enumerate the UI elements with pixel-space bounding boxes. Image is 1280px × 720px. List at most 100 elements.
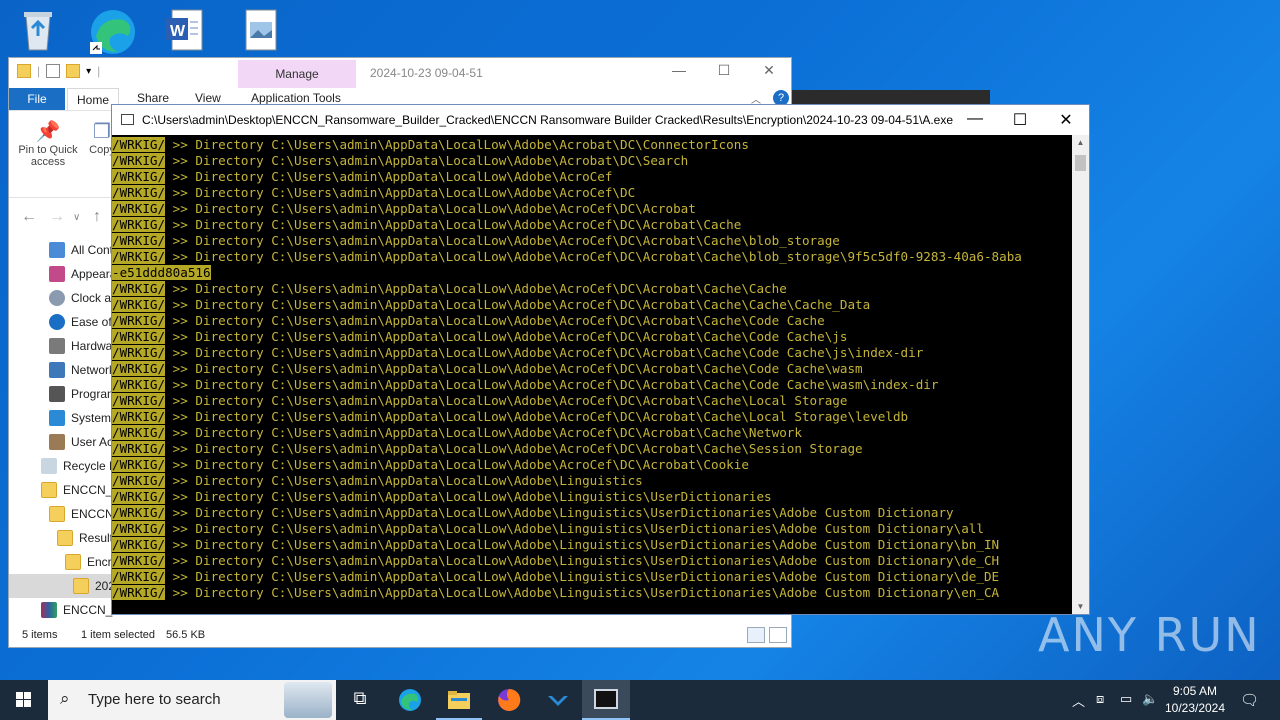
svg-text:W: W: [170, 23, 186, 40]
console-line-text: >> Directory C:\Users\admin\AppData\Loca…: [165, 201, 696, 216]
console-line-text: >> Directory C:\Users\admin\AppData\Loca…: [165, 153, 689, 168]
forward-arrow-icon[interactable]: →: [49, 208, 65, 226]
chevron-up-icon[interactable]: ︿: [1072, 691, 1085, 710]
tab-file[interactable]: File: [9, 88, 65, 110]
console-line: /WRKIG/ >> Directory C:\Users\admin\AppD…: [112, 537, 1078, 553]
tab-view[interactable]: View: [195, 91, 221, 105]
up-arrow-icon[interactable]: ↑: [93, 208, 101, 226]
tree-item[interactable]: User Acc: [9, 430, 114, 454]
properties-icon[interactable]: [46, 64, 61, 78]
tree-item[interactable]: ENCCN_R: [9, 478, 114, 502]
recent-chevron-icon[interactable]: ∨: [73, 212, 80, 223]
tree-item[interactable]: Hardwa: [9, 334, 114, 358]
ease-of-access-icon: [49, 314, 65, 330]
console-line-text: >> Directory C:\Users\admin\AppData\Loca…: [165, 409, 909, 424]
close-icon[interactable]: ✕: [1046, 110, 1086, 130]
tree-item[interactable]: Network: [9, 358, 114, 382]
tree-item[interactable]: Appeara: [9, 262, 114, 286]
task-view-icon[interactable]: ⧉: [348, 688, 372, 712]
console-line-text: >> Directory C:\Users\admin\AppData\Loca…: [165, 393, 848, 408]
tree-item[interactable]: All Cont: [9, 238, 114, 262]
tree-item[interactable]: ENCCN: [9, 502, 114, 526]
new-folder-icon[interactable]: [66, 64, 81, 78]
clock-date: 10/23/2024: [1164, 701, 1226, 715]
scroll-thumb[interactable]: [1075, 155, 1086, 171]
tree-item-selected[interactable]: 202: [9, 574, 114, 598]
console-line: /WRKIG/ >> Directory C:\Users\admin\AppD…: [112, 233, 1078, 249]
large-icons-view-icon[interactable]: [769, 627, 787, 643]
scroll-up-icon[interactable]: ▲: [1072, 138, 1089, 147]
console-line: /WRKIG/ >> Directory C:\Users\admin\AppD…: [112, 185, 1078, 201]
ethernet-icon[interactable]: ▭: [1120, 691, 1132, 707]
console-line: /WRKIG/ >> Directory C:\Users\admin\AppD…: [112, 281, 1078, 297]
console-line: /WRKIG/ >> Directory C:\Users\admin\AppD…: [112, 217, 1078, 233]
tree-item-label: Program: [71, 387, 114, 401]
close-icon[interactable]: ✕: [754, 62, 784, 79]
console-cursor-line: [112, 601, 1078, 614]
volume-icon[interactable]: 🔈: [1142, 691, 1158, 707]
manage-tab[interactable]: Manage: [238, 60, 356, 88]
anyrun-taskbar-icon[interactable]: [546, 688, 570, 712]
taskbar-search-box[interactable]: ⌕ Type here to search: [48, 680, 336, 720]
search-placeholder: Type here to search: [88, 691, 221, 708]
folder-icon: [65, 554, 81, 570]
tree-item[interactable]: Clock ar: [9, 286, 114, 310]
console-line: /WRKIG/ >> Directory C:\Users\admin\AppD…: [112, 201, 1078, 217]
tab-application-tools[interactable]: Application Tools: [251, 91, 341, 105]
tree-item-label: Encry: [87, 555, 114, 569]
minimize-icon[interactable]: —: [955, 110, 995, 128]
maximize-icon[interactable]: ☐: [709, 62, 739, 79]
console-line-tag: /WRKIG/: [112, 185, 166, 200]
tree-item[interactable]: Program: [9, 382, 114, 406]
file-explorer-taskbar-icon[interactable]: [447, 688, 471, 712]
console-line: /WRKIG/ >> Directory C:\Users\admin\AppD…: [112, 553, 1078, 569]
console-taskbar-button-active[interactable]: [582, 680, 630, 720]
firefox-taskbar-icon[interactable]: [497, 688, 521, 712]
minimize-icon[interactable]: —: [664, 62, 694, 78]
console-taskbar-icon: [594, 689, 618, 709]
maximize-icon[interactable]: ☐: [1000, 110, 1040, 130]
console-line-text: >> Directory C:\Users\admin\AppData\Loca…: [165, 185, 636, 200]
console-line-tag: /WRKIG/: [112, 377, 166, 392]
chevron-down-icon[interactable]: ▾: [86, 66, 91, 77]
tree-item[interactable]: Results: [9, 526, 114, 550]
word-document-icon[interactable]: W: [162, 6, 210, 56]
console-line-text: >> Directory C:\Users\admin\AppData\Loca…: [165, 137, 749, 152]
system-icon: [49, 410, 65, 426]
console-line-text: >> Directory C:\Users\admin\AppData\Loca…: [165, 233, 840, 248]
network-status-icon[interactable]: ⧈: [1096, 691, 1104, 707]
tree-item[interactable]: Recycle B: [9, 454, 114, 478]
tree-item[interactable]: Encry: [9, 550, 114, 574]
watermark: ANY RUN: [1038, 608, 1261, 662]
edge-icon[interactable]: [88, 6, 136, 56]
console-line-text: >> Directory C:\Users\admin\AppData\Loca…: [165, 521, 984, 536]
recycle-bin-icon: [41, 458, 57, 474]
console-line-text: >> Directory C:\Users\admin\AppData\Loca…: [165, 217, 742, 232]
console-output[interactable]: /WRKIG/ >> Directory C:\Users\admin\AppD…: [112, 135, 1078, 614]
back-arrow-icon[interactable]: ←: [21, 208, 37, 226]
selection-size: 56.5 KB: [166, 629, 206, 641]
console-line-tag: /WRKIG/: [112, 313, 166, 328]
system-clock[interactable]: 9:05 AM 10/23/2024: [1160, 683, 1230, 717]
appearance-icon: [49, 266, 65, 282]
console-scrollbar[interactable]: ▲ ▼: [1072, 135, 1089, 614]
console-line: /WRKIG/ >> Directory C:\Users\admin\AppD…: [112, 569, 1078, 585]
folder-icon[interactable]: [17, 64, 31, 78]
image-file-icon[interactable]: [238, 6, 286, 56]
edge-taskbar-icon[interactable]: [398, 688, 422, 712]
recycle-bin-icon[interactable]: [14, 6, 62, 56]
console-line-text: >> Directory C:\Users\admin\AppData\Loca…: [165, 505, 954, 520]
notifications-icon[interactable]: 🗨: [1240, 691, 1259, 709]
window-title: 2024-10-23 09-04-51: [370, 66, 483, 80]
console-line: /WRKIG/ >> Directory C:\Users\admin\AppD…: [112, 361, 1078, 377]
search-icon: ⌕: [60, 689, 70, 708]
tab-share[interactable]: Share: [137, 91, 169, 105]
console-line-text: >> Directory C:\Users\admin\AppData\Loca…: [165, 489, 772, 504]
details-view-icon[interactable]: [747, 627, 765, 643]
tree-item[interactable]: System: [9, 406, 114, 430]
console-line-text: >> Directory C:\Users\admin\AppData\Loca…: [165, 249, 1022, 264]
windows-start-button[interactable]: [0, 680, 48, 720]
tree-item[interactable]: ENCCN_R: [9, 598, 114, 622]
pin-quick-access-button[interactable]: 📌 Pin to Quick access: [15, 119, 81, 168]
tree-item[interactable]: Ease of A: [9, 310, 114, 334]
